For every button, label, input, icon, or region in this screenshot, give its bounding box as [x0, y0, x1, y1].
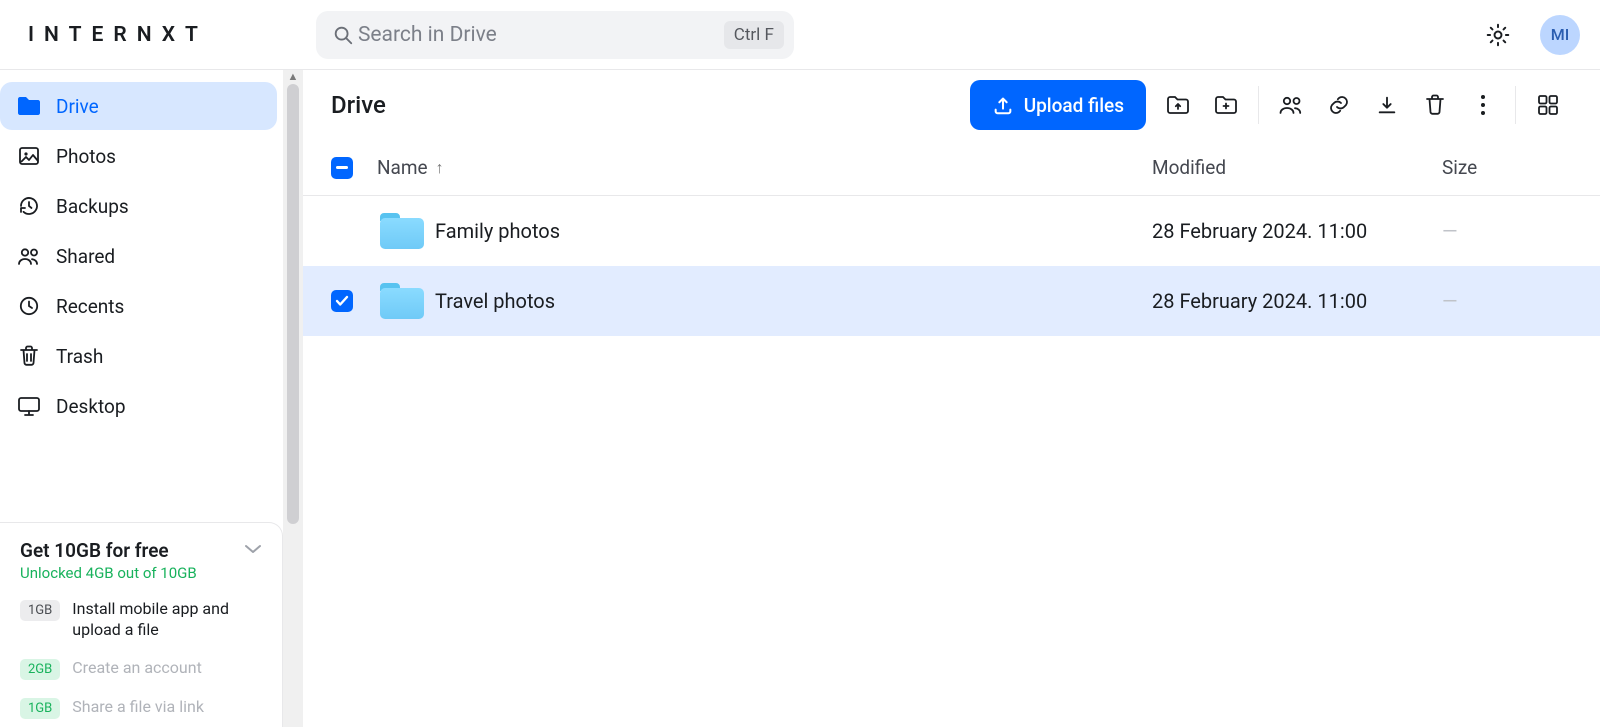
column-header-modified[interactable]: Modified [1152, 156, 1442, 179]
topbar: INTERNXT Ctrl F MI [0, 0, 1600, 70]
upload-files-label: Upload files [1024, 94, 1124, 117]
brand-logo: INTERNXT [28, 23, 208, 47]
sidebar-scrollbar[interactable]: ▲ [283, 70, 303, 727]
search-icon [330, 22, 356, 48]
users-icon [1277, 94, 1305, 116]
table-row[interactable]: Travel photos 28 February 2024. 11:00 — [303, 266, 1600, 336]
folder-icon [380, 283, 424, 319]
sidebar-item-label: Desktop [56, 395, 126, 418]
promo-task-desc: Share a file via link [72, 696, 204, 718]
sidebar-item-backups[interactable]: Backups [0, 182, 277, 230]
promo-task-desc: Install mobile app and upload a file [72, 598, 266, 641]
scroll-up-icon: ▲ [283, 70, 303, 83]
promo-task[interactable]: 2GB Create an account [20, 657, 266, 680]
promo-task-badge: 1GB [20, 600, 60, 621]
sidebar-item-photos[interactable]: Photos [0, 132, 277, 180]
content: Drive Upload files [303, 70, 1600, 727]
folder-up-icon [1165, 94, 1191, 116]
row-checkbox[interactable] [331, 290, 353, 312]
download-icon [1376, 94, 1398, 116]
desktop-icon [16, 393, 42, 419]
link-icon [1327, 93, 1351, 117]
promo-task-badge: 2GB [20, 659, 60, 680]
content-header: Drive Upload files [303, 70, 1600, 140]
sidebar-item-recents[interactable]: Recents [0, 282, 277, 330]
upload-folder-button[interactable] [1154, 81, 1202, 129]
copy-link-button[interactable] [1315, 81, 1363, 129]
toolbar-divider [1515, 86, 1516, 124]
row-name: Family photos [435, 219, 1152, 243]
download-button[interactable] [1363, 81, 1411, 129]
sidebar: Drive Photos Backups Shared Recents [0, 70, 283, 727]
sidebar-item-label: Backups [56, 195, 129, 218]
gear-icon [1485, 22, 1511, 48]
folder-plus-icon [1213, 94, 1239, 116]
trash-icon [16, 343, 42, 369]
row-checkbox[interactable] [331, 220, 353, 242]
avatar[interactable]: MI [1540, 15, 1580, 55]
promo-task-badge: 1GB [20, 698, 60, 719]
sidebar-item-label: Drive [56, 95, 99, 118]
more-vertical-icon [1480, 94, 1486, 116]
search-shortcut: Ctrl F [724, 21, 784, 49]
promo-title: Get 10GB for free [20, 539, 197, 562]
sidebar-item-label: Recents [56, 295, 124, 318]
toolbar [1154, 81, 1572, 129]
sidebar-item-trash[interactable]: Trash [0, 332, 277, 380]
select-all-checkbox[interactable] [331, 157, 353, 179]
view-grid-button[interactable] [1524, 81, 1572, 129]
settings-button[interactable] [1474, 11, 1522, 59]
search-input[interactable] [356, 22, 724, 48]
delete-button[interactable] [1411, 81, 1459, 129]
row-name: Travel photos [435, 289, 1152, 313]
breadcrumb[interactable]: Drive [331, 91, 386, 119]
row-size: — [1442, 289, 1572, 313]
column-header-size[interactable]: Size [1442, 156, 1572, 179]
clock-icon [16, 293, 42, 319]
promo-task[interactable]: 1GB Share a file via link [20, 696, 266, 719]
share-users-button[interactable] [1267, 81, 1315, 129]
photo-icon [16, 143, 42, 169]
sort-asc-icon: ↑ [436, 158, 444, 178]
upload-files-button[interactable]: Upload files [970, 80, 1146, 130]
column-name-label: Name [377, 156, 428, 179]
row-modified: 28 February 2024. 11:00 [1152, 289, 1442, 313]
promo-task[interactable]: 1GB Install mobile app and upload a file [20, 598, 266, 641]
sidebar-item-desktop[interactable]: Desktop [0, 382, 277, 430]
trash-icon [1424, 93, 1446, 117]
more-button[interactable] [1459, 81, 1507, 129]
users-icon [16, 243, 42, 269]
row-size: — [1442, 219, 1572, 243]
grid-icon [1537, 94, 1559, 116]
folder-icon [380, 213, 424, 249]
table-row[interactable]: Family photos 28 February 2024. 11:00 — [303, 196, 1600, 266]
scroll-thumb[interactable] [287, 84, 299, 524]
history-icon [16, 193, 42, 219]
sidebar-item-label: Photos [56, 145, 116, 168]
search-field[interactable]: Ctrl F [316, 11, 794, 59]
column-header-name[interactable]: Name ↑ [369, 156, 1152, 179]
search-wrap: Ctrl F [316, 11, 794, 59]
sidebar-item-drive[interactable]: Drive [0, 82, 277, 130]
chevron-down-icon[interactable] [240, 539, 266, 559]
upload-icon [992, 94, 1014, 116]
sidebar-item-label: Trash [56, 345, 103, 368]
promo-panel: Get 10GB for free Unlocked 4GB out of 10… [0, 522, 283, 727]
promo-subtitle: Unlocked 4GB out of 10GB [20, 564, 197, 582]
sidebar-item-shared[interactable]: Shared [0, 232, 277, 280]
toolbar-divider [1258, 86, 1259, 124]
folder-icon [16, 93, 42, 119]
new-folder-button[interactable] [1202, 81, 1250, 129]
table-header: Name ↑ Modified Size [303, 140, 1600, 196]
sidebar-item-label: Shared [56, 245, 115, 268]
check-icon [335, 295, 349, 307]
row-modified: 28 February 2024. 11:00 [1152, 219, 1442, 243]
promo-task-desc: Create an account [72, 657, 202, 679]
